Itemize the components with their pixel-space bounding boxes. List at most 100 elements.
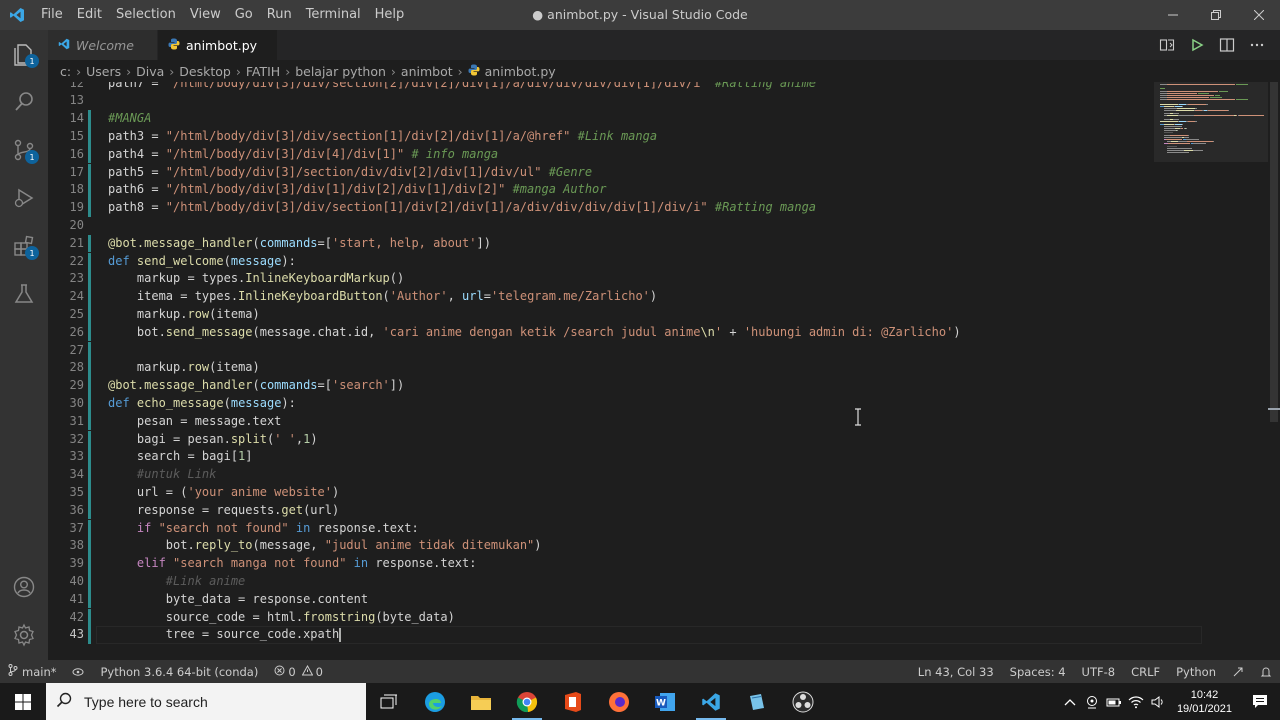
split-editor-icon[interactable] [1212, 37, 1242, 53]
chevron-up-icon[interactable] [1059, 683, 1081, 720]
cursor-position[interactable]: Ln 43, Col 33 [910, 665, 1002, 679]
obs-icon[interactable] [780, 683, 826, 720]
code-line[interactable]: 43 tree = source_code.xpath [48, 626, 1158, 645]
extensions-icon[interactable]: 1 [0, 222, 48, 270]
code-line[interactable]: 14 #MANGA [48, 110, 1158, 128]
restore-button[interactable] [1194, 0, 1237, 30]
tab-welcome[interactable]: Welcome [48, 30, 158, 60]
code-line[interactable]: 29 @bot.message_handler(commands=['search… [48, 377, 1158, 395]
code-line[interactable]: 24 itema = types.InlineKeyboardButton('A… [48, 288, 1158, 306]
notifications-bell-icon[interactable] [1252, 666, 1280, 678]
search-icon[interactable] [0, 78, 48, 126]
live-share-icon[interactable] [1224, 666, 1252, 678]
code-line[interactable]: 33 search = bagi[1] [48, 448, 1158, 467]
code-line[interactable]: 13 [48, 92, 1158, 110]
breadcrumb-item[interactable]: belajar python [295, 64, 386, 79]
code-line[interactable]: 25 markup.row(itema) [48, 305, 1158, 324]
code-line[interactable]: 22 def send_welcome(message): [48, 252, 1158, 271]
menu-selection[interactable]: Selection [109, 0, 183, 30]
code-line[interactable]: 40 #Link anime [48, 572, 1158, 591]
menu-view[interactable]: View [183, 0, 228, 30]
windows-start-icon[interactable] [0, 683, 46, 720]
breadcrumb-item[interactable]: Desktop [179, 64, 231, 79]
menu-terminal[interactable]: Terminal [299, 0, 368, 30]
task-view-icon[interactable] [366, 683, 412, 720]
breadcrumb-item[interactable]: Users [86, 64, 121, 79]
code-line[interactable]: 30 def echo_message(message): [48, 394, 1158, 413]
code-line[interactable]: 31 pesan = message.text [48, 412, 1158, 431]
file-explorer-icon[interactable] [458, 683, 504, 720]
code-line[interactable]: 38 bot.reply_to(message, "judul anime ti… [48, 537, 1158, 556]
code-text: elif "search manga not found" in respons… [108, 555, 477, 573]
breadcrumb-item[interactable]: Diva [136, 64, 164, 79]
webcam-icon[interactable] [1081, 683, 1103, 720]
compare-changes-icon[interactable] [1152, 37, 1182, 53]
code-line[interactable]: 42 source_code = html.fromstring(byte_da… [48, 608, 1158, 627]
code-line[interactable]: 34 #untuk Link [48, 466, 1158, 484]
notepad-icon[interactable] [734, 683, 780, 720]
explorer-icon[interactable]: 1 [0, 30, 48, 78]
system-clock[interactable]: 10:42 19/01/2021 [1169, 688, 1240, 716]
menu-go[interactable]: Go [228, 0, 260, 30]
menu-run[interactable]: Run [260, 0, 299, 30]
battery-icon[interactable] [1103, 683, 1125, 720]
code-line[interactable]: 32 bagi = pesan.split(' ',1) [48, 430, 1158, 449]
code-line[interactable]: 39 elif "search manga not found" in resp… [48, 555, 1158, 573]
indentation[interactable]: Spaces: 4 [1002, 665, 1074, 679]
code-line[interactable]: 17 path5 = "/html/body/div[3]/section/div… [48, 163, 1158, 182]
breadcrumb-item[interactable]: animbot.py [485, 64, 556, 79]
code-line[interactable]: 37 if "search not found" in response.tex… [48, 519, 1158, 538]
python-interpreter[interactable]: Python 3.6.4 64-bit (conda) [92, 665, 266, 679]
vertical-scrollbar[interactable] [1268, 82, 1280, 660]
edge-browser-icon[interactable] [412, 683, 458, 720]
encoding[interactable]: UTF-8 [1074, 665, 1124, 679]
breadcrumb-item[interactable]: FATIH [246, 64, 280, 79]
branch-indicator[interactable]: main* [0, 664, 64, 679]
code-line[interactable]: 35 url = ('your anime website') [48, 483, 1158, 502]
close-button[interactable] [1237, 0, 1280, 30]
code-editor[interactable]: 12 path7 = "/html/body/div[3]/div/section… [48, 82, 1280, 660]
code-line[interactable]: 16 path4 = "/html/body/div[3]/div[4]/div[… [48, 145, 1158, 164]
account-icon[interactable] [0, 563, 48, 611]
code-line[interactable]: 41 byte_data = response.content [48, 590, 1158, 609]
taskbar-search-box[interactable]: Type here to search [46, 683, 366, 720]
code-line[interactable]: 28 markup.row(itema) [48, 359, 1158, 378]
code-line[interactable]: 21 @bot.message_handler(commands=['start,… [48, 234, 1158, 253]
code-line[interactable]: 36 response = requests.get(url) [48, 501, 1158, 520]
word-icon[interactable]: W [642, 683, 688, 720]
office-icon[interactable] [550, 683, 596, 720]
code-line[interactable]: 15 path3 = "/html/body/div[3]/div/section… [48, 127, 1158, 146]
tab-animbot[interactable]: animbot.py [158, 30, 278, 60]
breadcrumb-item[interactable]: c: [60, 64, 71, 79]
notification-center-icon[interactable] [1240, 683, 1280, 720]
code-line[interactable]: 27 [48, 341, 1158, 360]
code-line[interactable]: 20 [48, 217, 1158, 235]
language-mode[interactable]: Python [1168, 665, 1224, 679]
source-control-icon[interactable]: 1 [0, 126, 48, 174]
testing-icon[interactable] [0, 270, 48, 318]
code-line[interactable]: 12 path7 = "/html/body/div[3]/div/section… [48, 82, 1158, 92]
chrome-icon[interactable] [504, 683, 550, 720]
problems-indicator[interactable]: 0 0 [266, 664, 331, 679]
line-ending[interactable]: CRLF [1123, 665, 1168, 679]
more-actions-icon[interactable] [1242, 43, 1272, 47]
minimap[interactable] [1154, 82, 1268, 162]
breadcrumb-item[interactable]: animbot [401, 64, 453, 79]
scrollbar-thumb[interactable] [1270, 82, 1278, 422]
code-line[interactable]: 19 path8 = "/html/body/div[3]/div/section… [48, 199, 1158, 217]
code-line[interactable]: 26 bot.send_message(message.chat.id, 'ca… [48, 323, 1158, 342]
run-debug-icon[interactable] [0, 174, 48, 222]
code-line[interactable]: 23 markup = types.InlineKeyboardMarkup() [48, 270, 1158, 289]
sync-icon[interactable] [64, 667, 92, 677]
vscode-taskbar-icon[interactable] [688, 683, 734, 720]
run-file-icon[interactable] [1182, 38, 1212, 52]
menu-help[interactable]: Help [368, 0, 412, 30]
volume-icon[interactable] [1147, 683, 1169, 720]
gear-icon[interactable] [0, 611, 48, 659]
menu-edit[interactable]: Edit [70, 0, 109, 30]
firefox-icon[interactable] [596, 683, 642, 720]
code-line[interactable]: 18 path6 = "/html/body/div[3]/div[1]/div[… [48, 181, 1158, 200]
wifi-icon[interactable] [1125, 683, 1147, 720]
minimize-button[interactable] [1151, 0, 1194, 30]
menu-file[interactable]: File [34, 0, 70, 30]
